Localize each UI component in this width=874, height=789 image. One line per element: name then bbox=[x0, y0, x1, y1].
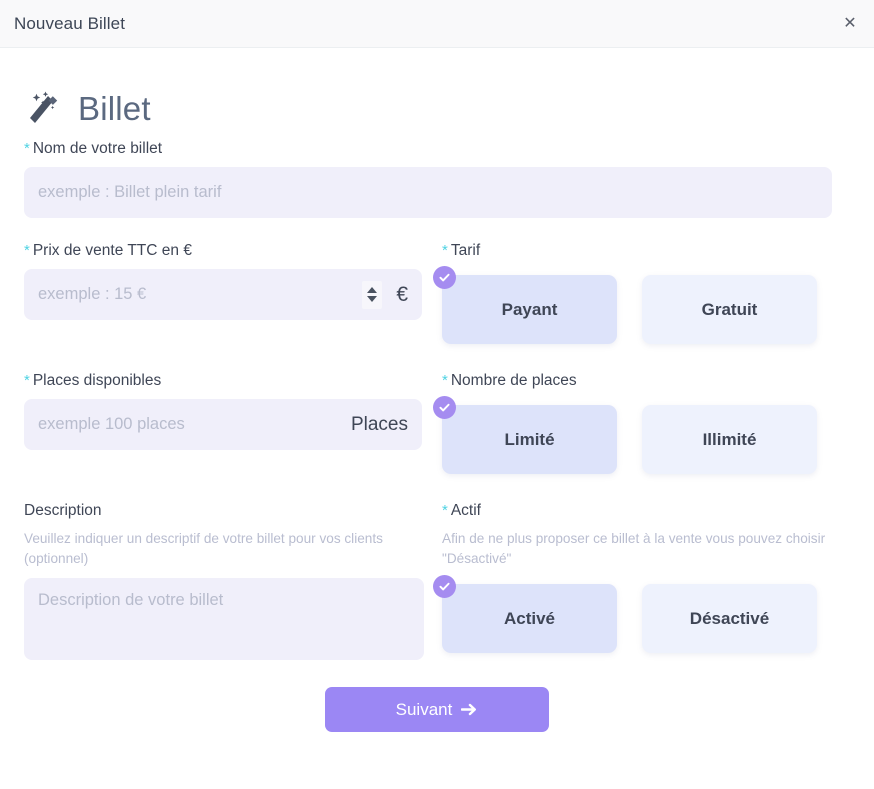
ticket-form: *Nom de votre billet *Prix de vente TTC … bbox=[0, 140, 874, 733]
description-hint: Veuillez indiquer un descriptif de votre… bbox=[24, 531, 383, 566]
form-row-price-tarif: *Prix de vente TTC en € € *Tarif bbox=[24, 242, 850, 344]
label-actif: * Actif bbox=[442, 502, 846, 520]
seats-input[interactable] bbox=[38, 399, 343, 450]
field-price: *Prix de vente TTC en € € bbox=[24, 242, 428, 344]
magic-wand-icon bbox=[24, 89, 64, 129]
actif-choice-group: Activé Désactivé bbox=[433, 575, 846, 654]
label-description: Description bbox=[24, 502, 102, 519]
form-row-name: * Nom de votre billet bbox=[24, 140, 850, 218]
required-asterisk: * bbox=[442, 242, 448, 259]
label-text: Nombre de places bbox=[450, 372, 577, 389]
arrow-right-icon bbox=[461, 704, 477, 716]
field-description: Description Veuillez indiquer un descrip… bbox=[24, 502, 428, 665]
tarif-option-payant[interactable]: Payant bbox=[433, 266, 617, 344]
modal-title: Nouveau Billet bbox=[14, 13, 126, 33]
ticket-name-input[interactable] bbox=[38, 167, 818, 218]
label-nombre-places: * Nombre de places bbox=[442, 372, 846, 390]
ticket-name-input-wrap[interactable] bbox=[24, 167, 832, 218]
modal-header: Nouveau Billet ✕ bbox=[0, 0, 874, 48]
seats-input-wrap[interactable]: Places bbox=[24, 399, 422, 450]
stepper-down-icon[interactable] bbox=[367, 296, 378, 302]
tile-label: Désactivé bbox=[689, 608, 770, 628]
label-price: * Prix de vente TTC en € bbox=[24, 242, 428, 260]
label-tarif: * Tarif bbox=[442, 242, 846, 260]
places-option-illimite[interactable]: Illimité bbox=[642, 405, 817, 474]
field-seats: *Places disponibles Places bbox=[24, 372, 428, 474]
actif-option-desactive[interactable]: Désactivé bbox=[642, 584, 817, 654]
label-seats: * Places disponibles bbox=[24, 372, 428, 390]
label-text: Tarif bbox=[450, 242, 481, 259]
tile-label: Activé bbox=[503, 608, 556, 628]
seats-suffix: Places bbox=[350, 413, 408, 435]
price-input-wrap[interactable]: € bbox=[24, 269, 422, 320]
required-asterisk: * bbox=[24, 140, 30, 157]
form-row-seats: *Places disponibles Places *Nombre de pl… bbox=[24, 372, 850, 474]
label-text: Actif bbox=[450, 502, 481, 519]
required-asterisk: * bbox=[24, 242, 30, 259]
places-option-limite[interactable]: Limité bbox=[433, 396, 617, 474]
price-suffix: € bbox=[396, 282, 408, 306]
required-asterisk: * bbox=[442, 502, 448, 519]
tarif-option-gratuit[interactable]: Gratuit bbox=[642, 275, 817, 344]
page-title: Billet bbox=[78, 90, 151, 127]
tile-label: Payant bbox=[501, 299, 558, 319]
actif-option-active[interactable]: Activé bbox=[433, 575, 617, 654]
form-row-description-actif: Description Veuillez indiquer un descrip… bbox=[24, 502, 850, 665]
next-button[interactable]: Suivant bbox=[325, 687, 549, 733]
close-icon[interactable]: ✕ bbox=[836, 10, 864, 38]
nombre-places-choice-group: Limité Illimité bbox=[433, 396, 846, 474]
check-icon bbox=[433, 266, 456, 289]
label-text: Places disponibles bbox=[32, 372, 162, 389]
tile-label: Limité bbox=[504, 429, 555, 449]
field-actif: * Actif Afin de ne plus proposer ce bille… bbox=[433, 502, 846, 665]
label-text: Prix de vente TTC en € bbox=[32, 242, 192, 259]
required-asterisk: * bbox=[24, 372, 30, 389]
field-tarif: * Tarif Payant Gratuit bbox=[433, 242, 846, 344]
modal-body: Billet *Nom de votre billet *Prix de ven… bbox=[0, 48, 874, 789]
required-asterisk: * bbox=[442, 372, 448, 389]
actif-hint: Afin de ne plus proposer ce billet à la … bbox=[442, 531, 826, 566]
form-footer: Suivant bbox=[24, 687, 850, 733]
field-ticket-name: * Nom de votre billet bbox=[24, 140, 836, 218]
tile-label: Gratuit bbox=[701, 299, 758, 319]
stepper-up-icon[interactable] bbox=[367, 287, 378, 293]
label-ticket-name: * Nom de votre billet bbox=[24, 140, 836, 158]
wizard-heading: Billet bbox=[0, 48, 874, 140]
next-button-label: Suivant bbox=[395, 699, 453, 719]
check-icon bbox=[433, 575, 456, 599]
field-nombre-places: * Nombre de places Limité Illimité bbox=[433, 372, 846, 474]
price-input[interactable] bbox=[38, 269, 363, 320]
label-text: Nom de votre billet bbox=[32, 140, 163, 157]
tarif-choice-group: Payant Gratuit bbox=[433, 266, 846, 344]
description-textarea[interactable] bbox=[24, 578, 424, 661]
tile-label: Illimité bbox=[702, 429, 757, 449]
check-icon bbox=[433, 396, 456, 419]
quantity-stepper[interactable] bbox=[362, 280, 383, 309]
